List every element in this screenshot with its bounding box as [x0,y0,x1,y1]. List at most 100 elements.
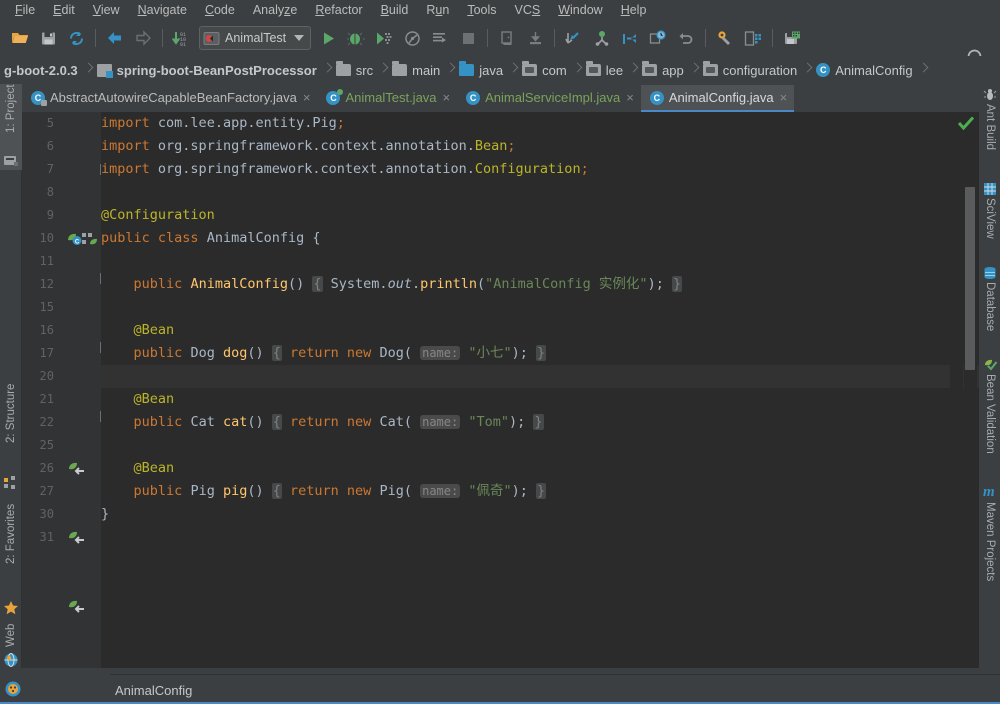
debug-icon[interactable] [343,25,369,51]
line-number: 11 [39,254,54,268]
menu-tools[interactable]: Tools [458,0,505,20]
tab-label: AnimalTest.java [345,90,437,105]
commit-icon[interactable] [589,25,615,51]
show-tool-icon[interactable] [494,25,520,51]
breadcrumb-label: g-boot-2.0.3 [4,62,78,78]
code-line: @Bean [133,322,175,338]
sync-refresh-icon[interactable] [63,25,89,51]
breadcrumb-chevron-icon [446,56,455,84]
tab-close-icon[interactable]: × [780,91,788,104]
run-config-name: AnimalTest [225,31,287,45]
database-sync-icon[interactable] [779,25,805,51]
line-number: 20 [39,369,54,383]
breadcrumb-item-module[interactable]: spring-boot-BeanPostProcessor [93,56,323,84]
status-breadcrumb-label: AnimalConfig [115,682,193,698]
tab-animal-config[interactable]: C AnimalConfig.java × [640,85,795,112]
menu-navigate[interactable]: Navigate [129,0,196,20]
bean-method-marker[interactable] [68,461,84,477]
right-toolwindow-maven-projects[interactable]: Maven Projects [979,502,1000,604]
code-line: @Configuration [101,207,215,223]
toolbar-separator [554,29,556,47]
settings-icon[interactable] [712,25,738,51]
compile-icon[interactable]: 01 10 01 [169,25,195,51]
breadcrumb-item-main[interactable]: main [388,56,446,84]
run-configuration-selector[interactable]: AnimalTest [199,26,312,50]
line-number: 6 [46,139,54,153]
sidebar-item-structure[interactable]: 2: Structure [0,384,22,474]
star-icon [3,600,19,621]
status-bar: AnimalConfig [0,668,1000,704]
tab-abstract-autowire-capable-bean-factory[interactable]: C AbstractAutowireCapableBeanFactory.jav… [22,85,318,112]
profile-icon[interactable] [399,25,425,51]
breadcrumb-item-configuration[interactable]: configuration [699,56,803,84]
chevron-down-icon[interactable] [294,35,305,41]
breadcrumb-chevron-icon [84,56,93,84]
save-all-icon[interactable] [35,25,61,51]
right-toolwindow-bean-validation[interactable]: Bean Validation [979,374,1000,478]
menu-analyze[interactable]: Analyze [244,0,306,20]
push-icon[interactable] [617,25,643,51]
menu-view[interactable]: View [84,0,129,20]
breadcrumb-chevron-icon [509,56,518,84]
update-project-icon[interactable] [561,25,587,51]
breadcrumb-item-app[interactable]: app [638,56,690,84]
bean-method-marker[interactable] [68,530,84,546]
forward-arrow-icon[interactable] [130,25,156,51]
inspection-ok-icon[interactable] [957,116,975,135]
package-icon [642,61,658,76]
tab-close-icon[interactable]: × [303,91,311,104]
bean-method-marker[interactable] [68,599,84,615]
history-icon[interactable] [645,25,671,51]
main-toolbar: 01 10 01 AnimalTest [0,20,1000,67]
project-icon [3,154,19,173]
menu-window[interactable]: Window [549,0,611,20]
right-toolwindow-database[interactable]: Database [979,282,1000,350]
code-content[interactable]: import com.lee.app.entity.Pig; import or… [101,112,979,668]
scrollbar-thumb[interactable] [965,187,975,370]
code-editor[interactable]: 5 6 7 8 9 10 11 12 15 16 17 20 21 22 25 … [22,112,979,668]
status-breadcrumb[interactable]: AnimalConfig [110,676,192,704]
line-number: 22 [39,415,54,429]
breadcrumb-label: app [662,62,684,78]
menu-run[interactable]: Run [417,0,458,20]
menu-edit[interactable]: Edit [44,0,84,20]
menu-help[interactable]: Help [612,0,656,20]
tab-animal-service-impl[interactable]: C AnimalServiceImpl.java × [457,85,641,112]
breadcrumb-label: spring-boot-BeanPostProcessor [116,62,317,78]
editor-gutter[interactable]: 5 6 7 8 9 10 11 12 15 16 17 20 21 22 25 … [22,112,111,668]
right-toolwindow-ant-build[interactable]: Ant Build [979,104,1000,176]
stop-icon[interactable] [455,25,481,51]
back-arrow-icon[interactable] [102,25,128,51]
breadcrumb-item-com[interactable]: com [518,56,573,84]
run-coverage-icon[interactable] [371,25,397,51]
breadcrumb-label: main [412,62,441,78]
editor-scrollbar[interactable] [964,112,977,668]
breadcrumb-item-lee[interactable]: lee [582,56,629,84]
menu-refactor[interactable]: Refactor [306,0,371,20]
undo-icon[interactable] [673,25,699,51]
event-log-icon[interactable] [4,680,22,703]
sidebar-item-favorites[interactable]: 2: Favorites [0,504,22,596]
tab-animal-test[interactable]: C AnimalTest.java × [317,85,458,112]
menu-build[interactable]: Build [372,0,418,20]
tab-close-icon[interactable]: × [443,91,451,104]
editor-marker-bar[interactable] [950,112,963,668]
bean-class-marker[interactable]: C [66,231,100,247]
right-toolwindow-label: Bean Validation [984,374,996,454]
open-folder-icon[interactable] [7,25,33,51]
run-icon[interactable] [315,25,341,51]
edit-run-config-icon[interactable] [427,25,453,51]
project-structure-icon[interactable] [740,25,766,51]
download-icon[interactable] [522,25,548,51]
breadcrumb-item-class[interactable]: C AnimalConfig [812,56,918,84]
tab-close-icon[interactable]: × [626,91,634,104]
left-toolwindow-bar: 1: Project 2: Structure 2: Favorites Web [0,84,22,668]
breadcrumb-item-project[interactable]: g-boot-2.0.3 [0,56,84,84]
breadcrumb-item-java[interactable]: java [455,56,509,84]
menu-file[interactable]: File [6,0,44,20]
menu-code[interactable]: Code [196,0,244,20]
breadcrumb-item-src[interactable]: src [332,56,379,84]
menu-vcs[interactable]: VCS [506,0,550,20]
right-toolwindow-sciview[interactable]: SciView [979,198,1000,258]
